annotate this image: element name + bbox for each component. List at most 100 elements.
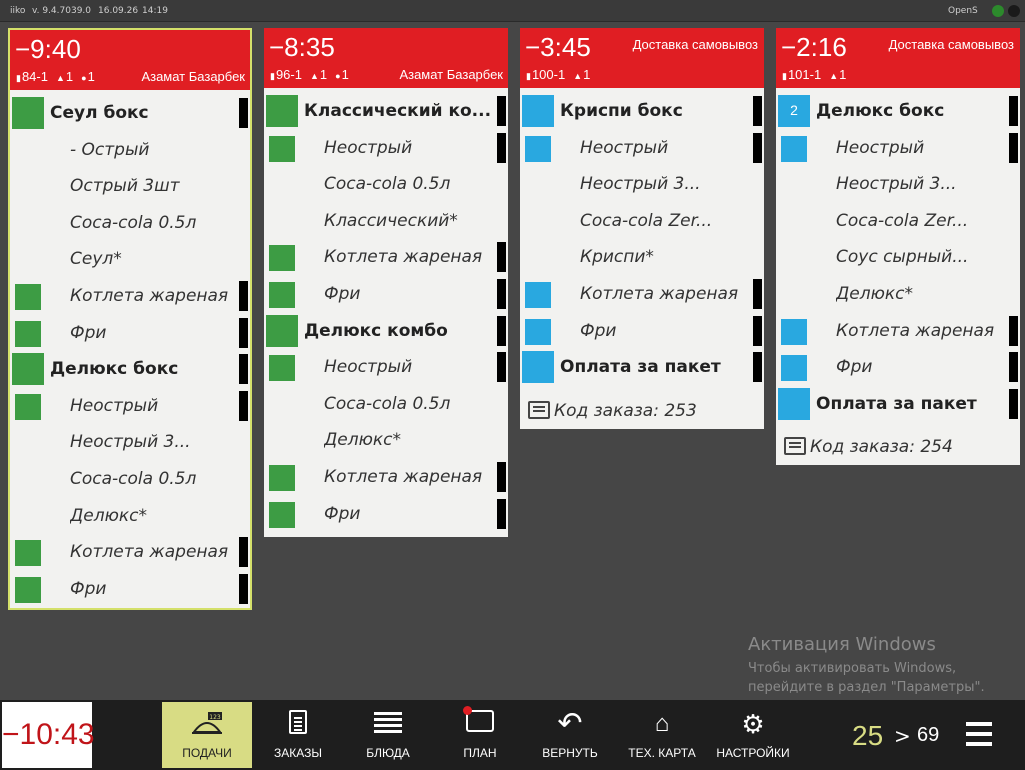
order-item-row[interactable]: Острый 3шт — [10, 167, 250, 204]
item-status-square[interactable] — [269, 245, 295, 272]
item-status-square[interactable] — [525, 135, 551, 162]
order-item-row[interactable]: Котлета жареная — [264, 458, 508, 495]
item-status-square[interactable] — [269, 281, 295, 308]
order-item-row[interactable]: Неострый — [264, 129, 508, 166]
order-card[interactable]: −3:45 Доставка самовывоз ▮100-1 ▲1 Криспи бо… — [520, 28, 764, 429]
item-status-square[interactable] — [522, 95, 554, 127]
order-item-row[interactable]: Котлета жареная — [264, 238, 508, 275]
order-item-row[interactable]: Делюкс бокс — [10, 350, 250, 387]
order-table-number: 100-1 — [531, 67, 566, 82]
nav-serve-button[interactable]: 123 ПОДАЧИ — [162, 702, 252, 768]
item-status-square[interactable] — [781, 355, 807, 382]
order-card[interactable]: −9:40 ▮84-1 ▲1 ●1 Азамат Базарбек Сеул бокс - … — [8, 28, 252, 611]
modifier-name: Coca-cola 0.5л — [70, 468, 197, 489]
item-status-square[interactable] — [15, 576, 41, 603]
item-status-square[interactable] — [525, 318, 551, 345]
order-item-row[interactable]: Неострый — [264, 348, 508, 385]
modifier-name: Неострый 3... — [836, 174, 957, 195]
item-status-square[interactable] — [15, 283, 41, 310]
order-item-row[interactable]: Соус сырный... — [776, 238, 1020, 275]
item-status-square[interactable] — [781, 135, 807, 162]
order-item-row[interactable]: Coca-cola 0.5л — [264, 385, 508, 422]
order-item-row[interactable]: Неострый 3... — [520, 165, 764, 202]
order-item-row[interactable]: Неострый 3... — [776, 165, 1020, 202]
item-status-square[interactable] — [15, 320, 41, 347]
order-item-row[interactable]: Неострый — [520, 129, 764, 166]
order-item-row[interactable]: Делюкс* — [264, 421, 508, 458]
item-status-square[interactable] — [269, 135, 295, 162]
item-status-square[interactable] — [15, 540, 41, 567]
order-item-row[interactable]: Фри — [264, 275, 508, 312]
item-status-square[interactable] — [269, 501, 295, 528]
item-status-square[interactable] — [266, 95, 298, 127]
item-status-square[interactable] — [269, 464, 295, 491]
item-status-square[interactable] — [12, 97, 44, 129]
order-meta: ▮84-1 ▲1 ●1 — [16, 69, 95, 84]
order-item-row[interactable]: - Острый — [10, 131, 250, 168]
nav-settings-button[interactable]: ⚙ НАСТРОЙКИ — [712, 702, 794, 768]
order-item-row[interactable]: Неострый — [776, 129, 1020, 166]
order-item-row[interactable]: 2 Делюкс бокс — [776, 92, 1020, 129]
modifier-name: Фри — [324, 503, 361, 524]
item-status-square[interactable] — [269, 355, 295, 382]
order-item-row[interactable]: Фри — [10, 570, 250, 607]
order-item-row[interactable]: Coca-cola 0.5л — [10, 204, 250, 241]
undo-arrow-icon: ↶ — [557, 707, 583, 740]
nav-orders-button[interactable]: ЗАКАЗЫ — [258, 702, 338, 768]
order-item-row[interactable]: Делюкс* — [10, 497, 250, 534]
hamburger-menu-button[interactable] — [966, 722, 992, 746]
order-item-row[interactable]: Котлета жареная — [520, 275, 764, 312]
order-item-row[interactable]: Сеул бокс — [10, 94, 250, 131]
order-item-row[interactable]: Фри — [10, 314, 250, 351]
item-status-square[interactable] — [15, 393, 41, 420]
order-card[interactable]: −8:35 ▮96-1 ▲1 ●1 Азамат Базарбек Классически… — [264, 28, 508, 538]
order-item-row[interactable]: Фри — [520, 312, 764, 349]
item-status-square[interactable] — [12, 353, 44, 386]
item-progress-bar — [239, 573, 248, 604]
order-item-row[interactable]: Классический* — [264, 202, 508, 239]
order-code-text: Код заказа: 254 — [810, 437, 953, 458]
app-name: iiko — [10, 6, 26, 16]
nav-dishes-button[interactable]: БЛЮДА — [348, 702, 428, 768]
order-timer: −9:40 — [15, 34, 81, 64]
order-item-row[interactable]: Фри — [776, 348, 1020, 385]
order-item-row[interactable]: Криспи* — [520, 238, 764, 275]
order-item-row[interactable]: Котлета жареная — [776, 312, 1020, 349]
item-progress-bar — [1009, 315, 1018, 346]
modifier-name: Неострый — [324, 137, 413, 158]
order-item-row[interactable]: Фри — [264, 495, 508, 532]
dish-name: Делюкс бокс — [50, 359, 179, 380]
order-item-row[interactable]: Котлета жареная — [10, 277, 250, 314]
order-item-row[interactable]: Классический ко... — [264, 92, 508, 129]
gears-icon: ⚙ — [741, 709, 765, 739]
order-item-row[interactable]: Coca-cola Zer... — [776, 202, 1020, 239]
item-status-square[interactable] — [522, 351, 554, 384]
order-item-row[interactable]: Котлета жареная — [10, 533, 250, 570]
close-button[interactable] — [1008, 5, 1020, 17]
nav-plan-button[interactable]: ПЛАН — [440, 702, 520, 768]
order-item-row[interactable]: Оплата за пакет — [776, 385, 1020, 422]
order-item-row[interactable]: Сеул* — [10, 240, 250, 277]
modifier-name: Классический* — [324, 210, 458, 231]
order-item-row[interactable]: Делюкс* — [776, 275, 1020, 312]
next-page-button[interactable]: > — [894, 724, 911, 748]
order-item-row[interactable]: Неострый — [10, 387, 250, 424]
item-progress-bar — [497, 315, 506, 346]
item-status-square[interactable] — [781, 318, 807, 345]
order-item-row[interactable]: Coca-cola Zer... — [520, 202, 764, 239]
nav-return-button[interactable]: ↶ ВЕРНУТЬ — [530, 702, 610, 768]
order-item-row[interactable]: Coca-cola 0.5л — [10, 460, 250, 497]
item-status-square[interactable]: 2 — [778, 95, 810, 127]
item-status-square[interactable] — [266, 314, 298, 347]
order-item-row[interactable]: Криспи бокс — [520, 92, 764, 129]
order-item-row[interactable]: Coca-cola 0.5л — [264, 165, 508, 202]
nav-techcard-button[interactable]: ⌂ ТЕХ. КАРТА — [620, 702, 704, 768]
modifier-name: Острый 3шт — [70, 176, 180, 197]
order-item-row[interactable]: Делюкс комбо — [264, 312, 508, 349]
item-status-square[interactable] — [778, 387, 810, 420]
order-item-row[interactable]: Оплата за пакет — [520, 348, 764, 385]
item-status-square[interactable] — [525, 281, 551, 308]
order-card[interactable]: −2:16 Доставка самовывоз ▮101-1 ▲1 2 Делюкс б… — [776, 28, 1020, 466]
order-item-row[interactable]: Неострый 3... — [10, 423, 250, 460]
nav-serve-label: ПОДАЧИ — [182, 746, 232, 760]
